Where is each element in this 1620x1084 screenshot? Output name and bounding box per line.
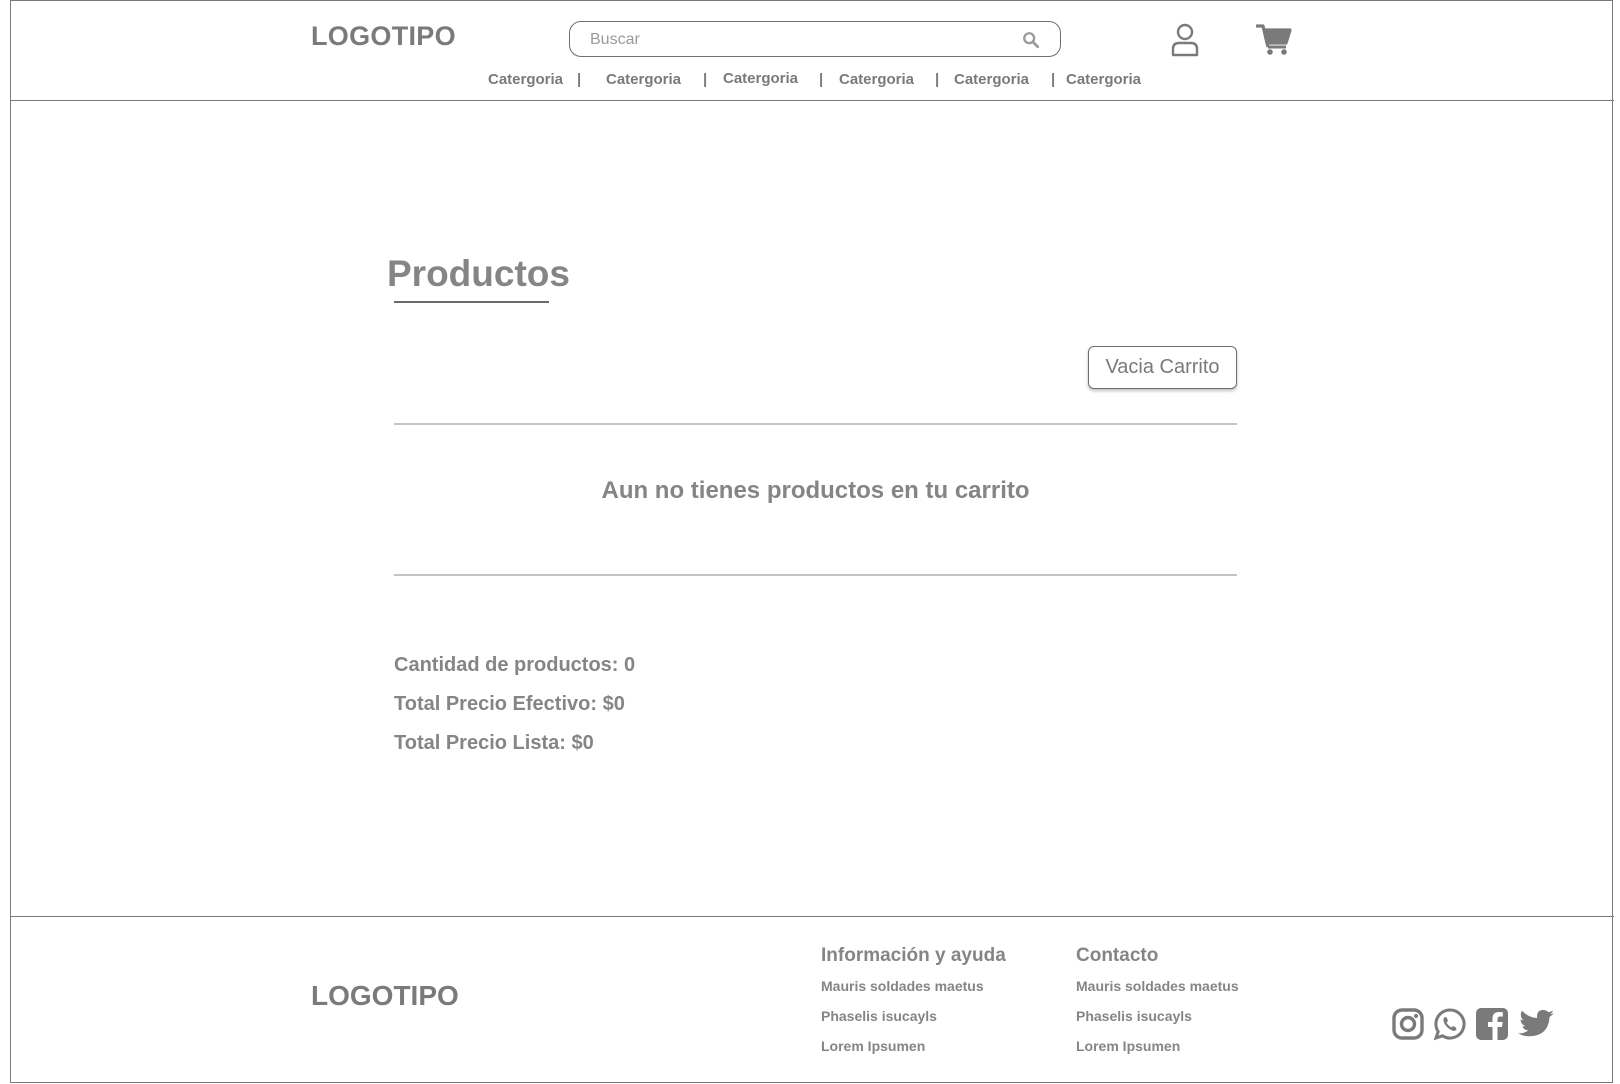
search-box[interactable] xyxy=(569,21,1061,58)
page-title: Productos xyxy=(387,253,570,294)
total-cash-price: Total Precio Efectivo: $0 xyxy=(394,693,625,715)
search-input[interactable] xyxy=(588,22,1012,58)
whatsapp-icon[interactable] xyxy=(1433,1007,1467,1041)
footer-info-title: Información y ayuda xyxy=(821,945,1006,966)
header-logo[interactable]: LOGOTIPO xyxy=(311,21,456,52)
facebook-icon[interactable] xyxy=(1475,1007,1509,1041)
divider xyxy=(394,574,1237,576)
nav-separator: | xyxy=(703,71,708,88)
nav-separator: | xyxy=(1051,71,1056,88)
footer-contact-link[interactable]: Mauris soldades maetus xyxy=(1076,978,1239,994)
nav-category-6[interactable]: Catergoria xyxy=(1066,71,1141,88)
user-icon[interactable] xyxy=(1171,23,1199,57)
empty-cart-message: Aun no tienes productos en tu carrito xyxy=(601,477,1030,504)
search-icon[interactable] xyxy=(1022,31,1040,49)
product-quantity: Cantidad de productos: 0 xyxy=(394,654,636,676)
title-underline xyxy=(394,301,549,303)
page-frame: LOGOTIPO Catergoria | Catergoria | C xyxy=(10,0,1614,1084)
nav-category-5[interactable]: Catergoria xyxy=(954,71,1029,88)
divider xyxy=(394,423,1237,425)
nav-separator: | xyxy=(577,71,582,88)
site-header: LOGOTIPO Catergoria | Catergoria | C xyxy=(11,1,1614,101)
footer-info-link[interactable]: Mauris soldades maetus xyxy=(821,978,984,994)
footer-contact-title: Contacto xyxy=(1076,945,1159,966)
footer-info-link[interactable]: Phaselis isucayls xyxy=(821,1008,937,1024)
nav-separator: | xyxy=(935,71,940,88)
instagram-icon[interactable] xyxy=(1391,1007,1425,1041)
nav-category-2[interactable]: Catergoria xyxy=(606,71,681,88)
footer-info-link[interactable]: Lorem Ipsumen xyxy=(821,1038,925,1054)
nav-category-1[interactable]: Catergoria xyxy=(488,71,563,88)
nav-category-4[interactable]: Catergoria xyxy=(839,71,914,88)
footer-contact-link[interactable]: Phaselis isucayls xyxy=(1076,1008,1192,1024)
twitter-icon[interactable] xyxy=(1517,1007,1555,1041)
total-list-price: Total Precio Lista: $0 xyxy=(394,732,594,754)
site-footer: LOGOTIPO Información y ayuda Mauris sold… xyxy=(11,916,1614,1084)
nav-category-3[interactable]: Catergoria xyxy=(723,70,798,87)
nav-separator: | xyxy=(819,71,824,88)
footer-contact-link[interactable]: Lorem Ipsumen xyxy=(1076,1038,1180,1054)
cart-icon[interactable] xyxy=(1256,23,1292,55)
empty-cart-button[interactable]: Vacia Carrito xyxy=(1088,346,1237,389)
footer-logo[interactable]: LOGOTIPO xyxy=(311,980,459,1012)
category-nav: Catergoria | Catergoria | Catergoria | C… xyxy=(11,70,1614,91)
